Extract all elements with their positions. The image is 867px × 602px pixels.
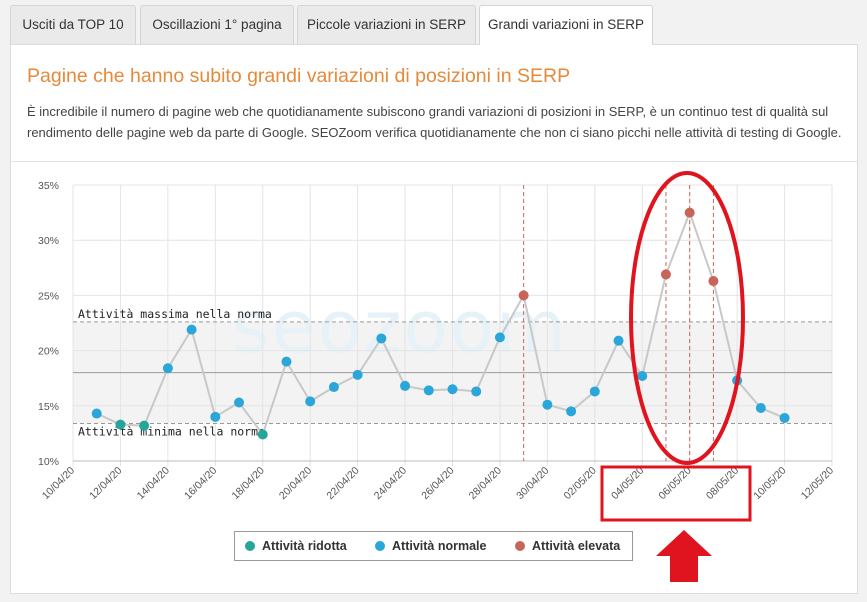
data-point-normale: [328, 382, 339, 393]
max-norm-label: Attività massima nella norma: [78, 307, 272, 321]
x-tick-label: 04/05/20: [609, 465, 646, 502]
chart-legend: Attività ridotta Attività normale Attivi…: [234, 531, 633, 561]
x-tick-label: 30/04/20: [514, 465, 551, 502]
x-tick-label: 12/04/20: [87, 465, 124, 502]
y-tick-label: 30%: [38, 235, 59, 247]
data-point-normale: [755, 403, 766, 414]
data-point-normale: [400, 380, 411, 391]
x-tick-label: 26/04/20: [419, 465, 456, 502]
data-point-normale: [352, 369, 363, 380]
legend-dot-elevata-icon: [515, 541, 525, 551]
x-tick-label: 02/05/20: [562, 465, 599, 502]
x-tick-label: 12/05/20: [799, 465, 836, 502]
x-tick-label: 10/04/20: [40, 465, 77, 502]
data-point-ridotta: [257, 429, 268, 440]
x-tick-label: 10/05/20: [751, 465, 788, 502]
data-point-normale: [494, 332, 505, 343]
data-point-ridotta: [115, 419, 126, 430]
x-tick-label: 14/04/20: [135, 465, 172, 502]
data-point-normale: [186, 324, 197, 335]
x-tick-label: 22/04/20: [324, 465, 361, 502]
red-arrow-up-icon: [656, 530, 712, 582]
legend-dot-ridotta-icon: [245, 541, 255, 551]
data-point-normale: [566, 406, 577, 417]
data-point-normale: [423, 385, 434, 396]
y-tick-label: 20%: [38, 346, 59, 358]
data-point-normale: [779, 412, 790, 423]
data-point-normale: [471, 386, 482, 397]
x-tick-label: 28/04/20: [467, 465, 504, 502]
tab-grandi-variazioni[interactable]: Grandi variazioni in SERP: [479, 5, 653, 45]
data-point-normale: [542, 399, 553, 410]
x-tick-label: 06/05/20: [656, 465, 693, 502]
data-point-elevata: [708, 276, 719, 287]
y-tick-label: 10%: [38, 456, 59, 468]
y-tick-label: 15%: [38, 401, 59, 413]
data-point-normale: [234, 397, 245, 408]
data-point-normale: [447, 384, 458, 395]
legend-item-elevata[interactable]: Attività elevata: [515, 532, 620, 560]
legend-dot-normale-icon: [375, 541, 385, 551]
data-point-normale: [376, 333, 387, 344]
legend-item-ridotta[interactable]: Attività ridotta: [245, 532, 347, 560]
data-point-elevata: [684, 207, 695, 218]
data-point-normale: [613, 335, 624, 346]
data-point-normale: [281, 356, 292, 367]
watermark-logo: seozoom: [232, 285, 568, 369]
legend-label-ridotta: Attività ridotta: [262, 539, 347, 553]
x-tick-label: 16/04/20: [182, 465, 219, 502]
data-point-normale: [91, 408, 102, 419]
y-tick-label: 25%: [38, 290, 59, 302]
y-tick-label: 35%: [38, 180, 59, 192]
data-point-elevata: [660, 269, 671, 280]
legend-label-elevata: Attività elevata: [532, 539, 621, 553]
x-tick-label: 24/04/20: [372, 465, 409, 502]
data-point-normale: [589, 386, 600, 397]
x-tick-label: 18/04/20: [229, 465, 266, 502]
legend-item-normale[interactable]: Attività normale: [375, 532, 486, 560]
data-point-normale: [210, 411, 221, 422]
data-point-ridotta: [139, 420, 150, 431]
x-tick-label: 08/05/20: [704, 465, 741, 502]
data-point-elevata: [518, 290, 529, 301]
data-point-normale: [305, 396, 316, 407]
data-point-normale: [162, 363, 173, 374]
min-norm-label: Attività minima nella norma: [78, 424, 265, 438]
line-chart: seozoom 10% 15% 20% 25% 30% 35% Attività massim…: [38, 171, 836, 522]
legend-label-normale: Attività normale: [392, 539, 487, 553]
x-tick-label: 20/04/20: [277, 465, 314, 502]
data-point-normale: [637, 370, 648, 381]
